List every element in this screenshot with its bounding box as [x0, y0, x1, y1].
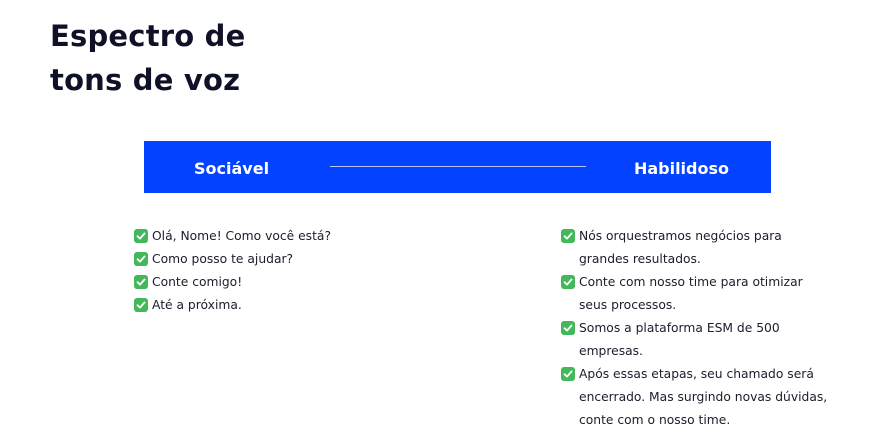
phrase-text-line: Nós orquestramos negócios para [579, 229, 782, 243]
phrase-text-line: Somos a plataforma ESM de 500 [579, 321, 780, 335]
phrase-text-line: conte com o nosso time. [579, 413, 731, 427]
check-mark-icon [134, 298, 148, 312]
list-item: Conte com nosso time para otimizar seus … [561, 271, 831, 317]
check-mark-icon [134, 275, 148, 289]
phrase-text: Olá, Nome! Como você está? [152, 229, 331, 243]
check-mark-icon [561, 367, 575, 381]
tone-spectrum-bar: Sociável Habilidoso [144, 141, 771, 193]
phrase-text-line: encerrado. Mas surgindo novas dúvidas, [579, 390, 828, 404]
check-mark-icon [134, 252, 148, 266]
title-line-2: tons de voz [50, 63, 241, 97]
spectrum-line [330, 166, 586, 167]
phrase-text-line: Conte com nosso time para otimizar [579, 275, 803, 289]
check-mark-icon [561, 229, 575, 243]
list-item: Até a próxima. [134, 294, 394, 317]
list-item: Após essas etapas, seu chamado será ence… [561, 363, 831, 432]
list-item: Somos a plataforma ESM de 500 empresas. [561, 317, 831, 363]
phrase-text: Como posso te ajudar? [152, 252, 294, 266]
list-item: Como posso te ajudar? [134, 248, 394, 271]
spectrum-label-habilidoso: Habilidoso [633, 159, 729, 178]
check-mark-icon [561, 321, 575, 335]
title-line-1: Espectro de [50, 19, 246, 53]
phrase-text: Até a próxima. [152, 298, 242, 312]
social-phrase-list: Olá, Nome! Como você está? Como posso te… [134, 225, 394, 317]
phrase-text: Conte comigo! [152, 275, 243, 289]
spectrum-label-sociavel: Sociável [194, 159, 270, 178]
list-item: Nós orquestramos negócios para grandes r… [561, 225, 831, 271]
check-mark-icon [561, 275, 575, 289]
list-item: Conte comigo! [134, 271, 394, 294]
page-title: Espectro de tons de voz [50, 14, 246, 102]
list-item: Olá, Nome! Como você está? [134, 225, 394, 248]
check-mark-icon [134, 229, 148, 243]
phrase-text-line: seus processos. [579, 298, 677, 312]
phrase-text-line: empresas. [579, 344, 643, 358]
skilled-phrase-list: Nós orquestramos negócios para grandes r… [561, 225, 831, 432]
phrase-text-line: Após essas etapas, seu chamado será [579, 367, 814, 381]
phrase-text-line: grandes resultados. [579, 252, 701, 266]
